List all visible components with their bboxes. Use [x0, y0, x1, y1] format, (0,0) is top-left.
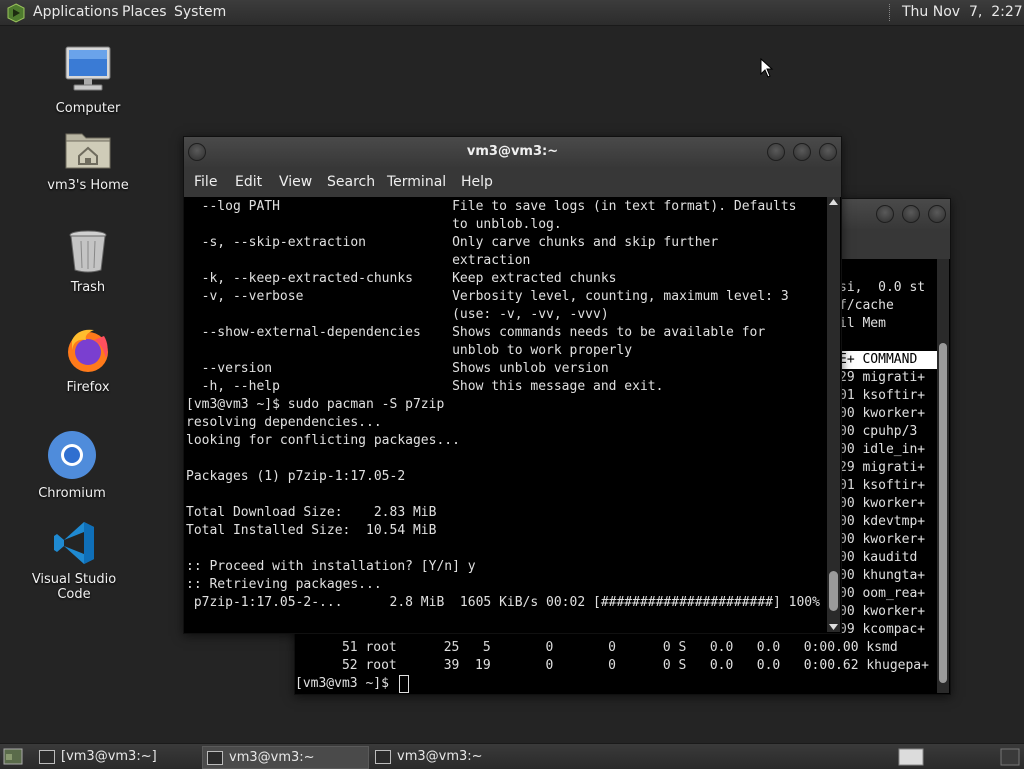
menu-edit[interactable]: Edit — [235, 167, 262, 197]
workspace-switcher-icon[interactable] — [1000, 748, 1020, 766]
chromium-icon — [48, 431, 96, 479]
terminal-output[interactable]: --log PATH File to save logs (in text fo… — [184, 197, 827, 632]
desktop-icon-label: Trash — [70, 280, 106, 295]
desktop-icon-vscode[interactable]: Visual Studio Code — [14, 520, 134, 602]
title-bar[interactable]: vm3@vm3:~ — [184, 137, 841, 167]
process-list-fragment: si, 0.0 st f/cache il Mem E+ COMMAND 29 … — [839, 280, 926, 637]
bottom-panel: [vm3@vm3:~] vm3@vm3:~ vm3@vm3:~ — [0, 743, 1024, 769]
terminal-icon — [39, 750, 55, 764]
scroll-up-arrow-icon[interactable] — [829, 199, 838, 205]
menu-bar: File Edit View Search Terminal Help — [184, 167, 841, 197]
system-menu[interactable]: System — [174, 0, 226, 25]
scrollbar[interactable] — [827, 197, 840, 632]
desktop-icon-label: Computer — [55, 101, 121, 116]
minimize-button[interactable] — [767, 143, 785, 161]
menu-help[interactable]: Help — [461, 167, 493, 197]
menu-file[interactable]: File — [194, 167, 217, 197]
terminal-icon — [375, 750, 391, 764]
taskbar-item[interactable]: vm3@vm3:~ — [371, 746, 531, 767]
close-button[interactable] — [928, 205, 946, 223]
vscode-icon — [54, 522, 94, 564]
top-panel: Applications Places System Thu Nov 7, 2:… — [0, 0, 1024, 26]
process-list-bottom: 51 root 25 5 0 0 0 S 0.0 0.0 0:00.00 ksm… — [295, 640, 929, 691]
taskbar-item-label: vm3@vm3:~ — [229, 750, 315, 765]
desktop-icon-label: Visual Studio Code — [31, 572, 117, 602]
menu-view[interactable]: View — [279, 167, 312, 197]
menu-search[interactable]: Search — [327, 167, 375, 197]
scroll-down-arrow-icon[interactable] — [829, 624, 838, 630]
terminal-text: --log PATH File to save logs (in text fo… — [186, 199, 820, 610]
terminal-window-front[interactable]: vm3@vm3:~ File Edit View Search Terminal… — [183, 136, 842, 634]
desktop-icon-label: Firefox — [66, 380, 110, 395]
clock[interactable]: Thu Nov 7, 2:27 PM — [902, 0, 1024, 25]
workspace-switcher-icon[interactable] — [898, 748, 924, 766]
maximize-button[interactable] — [793, 143, 811, 161]
desktop-icon-label: Chromium — [38, 486, 106, 501]
menu-terminal[interactable]: Terminal — [387, 167, 446, 197]
computer-icon — [65, 46, 111, 91]
home-folder-icon — [65, 133, 111, 169]
distro-logo-icon[interactable] — [6, 3, 26, 23]
minimize-button[interactable] — [876, 205, 894, 223]
desktop-icon-label: vm3's Home — [47, 178, 129, 193]
window-title: vm3@vm3:~ — [466, 144, 559, 159]
desktop-icon-chromium[interactable]: Chromium — [12, 430, 132, 501]
show-desktop-icon[interactable] — [3, 748, 23, 765]
applications-menu[interactable]: Applications — [33, 0, 119, 25]
scrollbar-thumb[interactable] — [829, 570, 838, 611]
panel-separator — [889, 4, 893, 21]
taskbar-item-label: [vm3@vm3:~] — [61, 749, 157, 764]
taskbar-item-label: vm3@vm3:~ — [397, 749, 483, 764]
mouse-cursor-icon — [760, 58, 774, 78]
taskbar-item[interactable]: [vm3@vm3:~] — [35, 746, 195, 767]
column-header-command: E+ COMMAND — [839, 352, 918, 367]
terminal-cursor — [399, 675, 409, 693]
desktop-icon-computer[interactable]: Computer — [28, 45, 148, 116]
trash-icon — [69, 230, 107, 273]
firefox-icon — [68, 329, 108, 372]
scrollbar[interactable] — [937, 259, 949, 693]
scrollbar-thumb[interactable] — [939, 343, 947, 683]
taskbar-item-active[interactable]: vm3@vm3:~ — [202, 746, 369, 769]
desktop-icon-firefox[interactable]: Firefox — [28, 326, 148, 395]
close-button[interactable] — [819, 143, 837, 161]
maximize-button[interactable] — [902, 205, 920, 223]
terminal-icon — [207, 751, 223, 765]
desktop-icon-home[interactable]: vm3's Home — [28, 128, 148, 193]
places-menu[interactable]: Places — [122, 0, 167, 25]
desktop-icon-trash[interactable]: Trash — [28, 228, 148, 295]
